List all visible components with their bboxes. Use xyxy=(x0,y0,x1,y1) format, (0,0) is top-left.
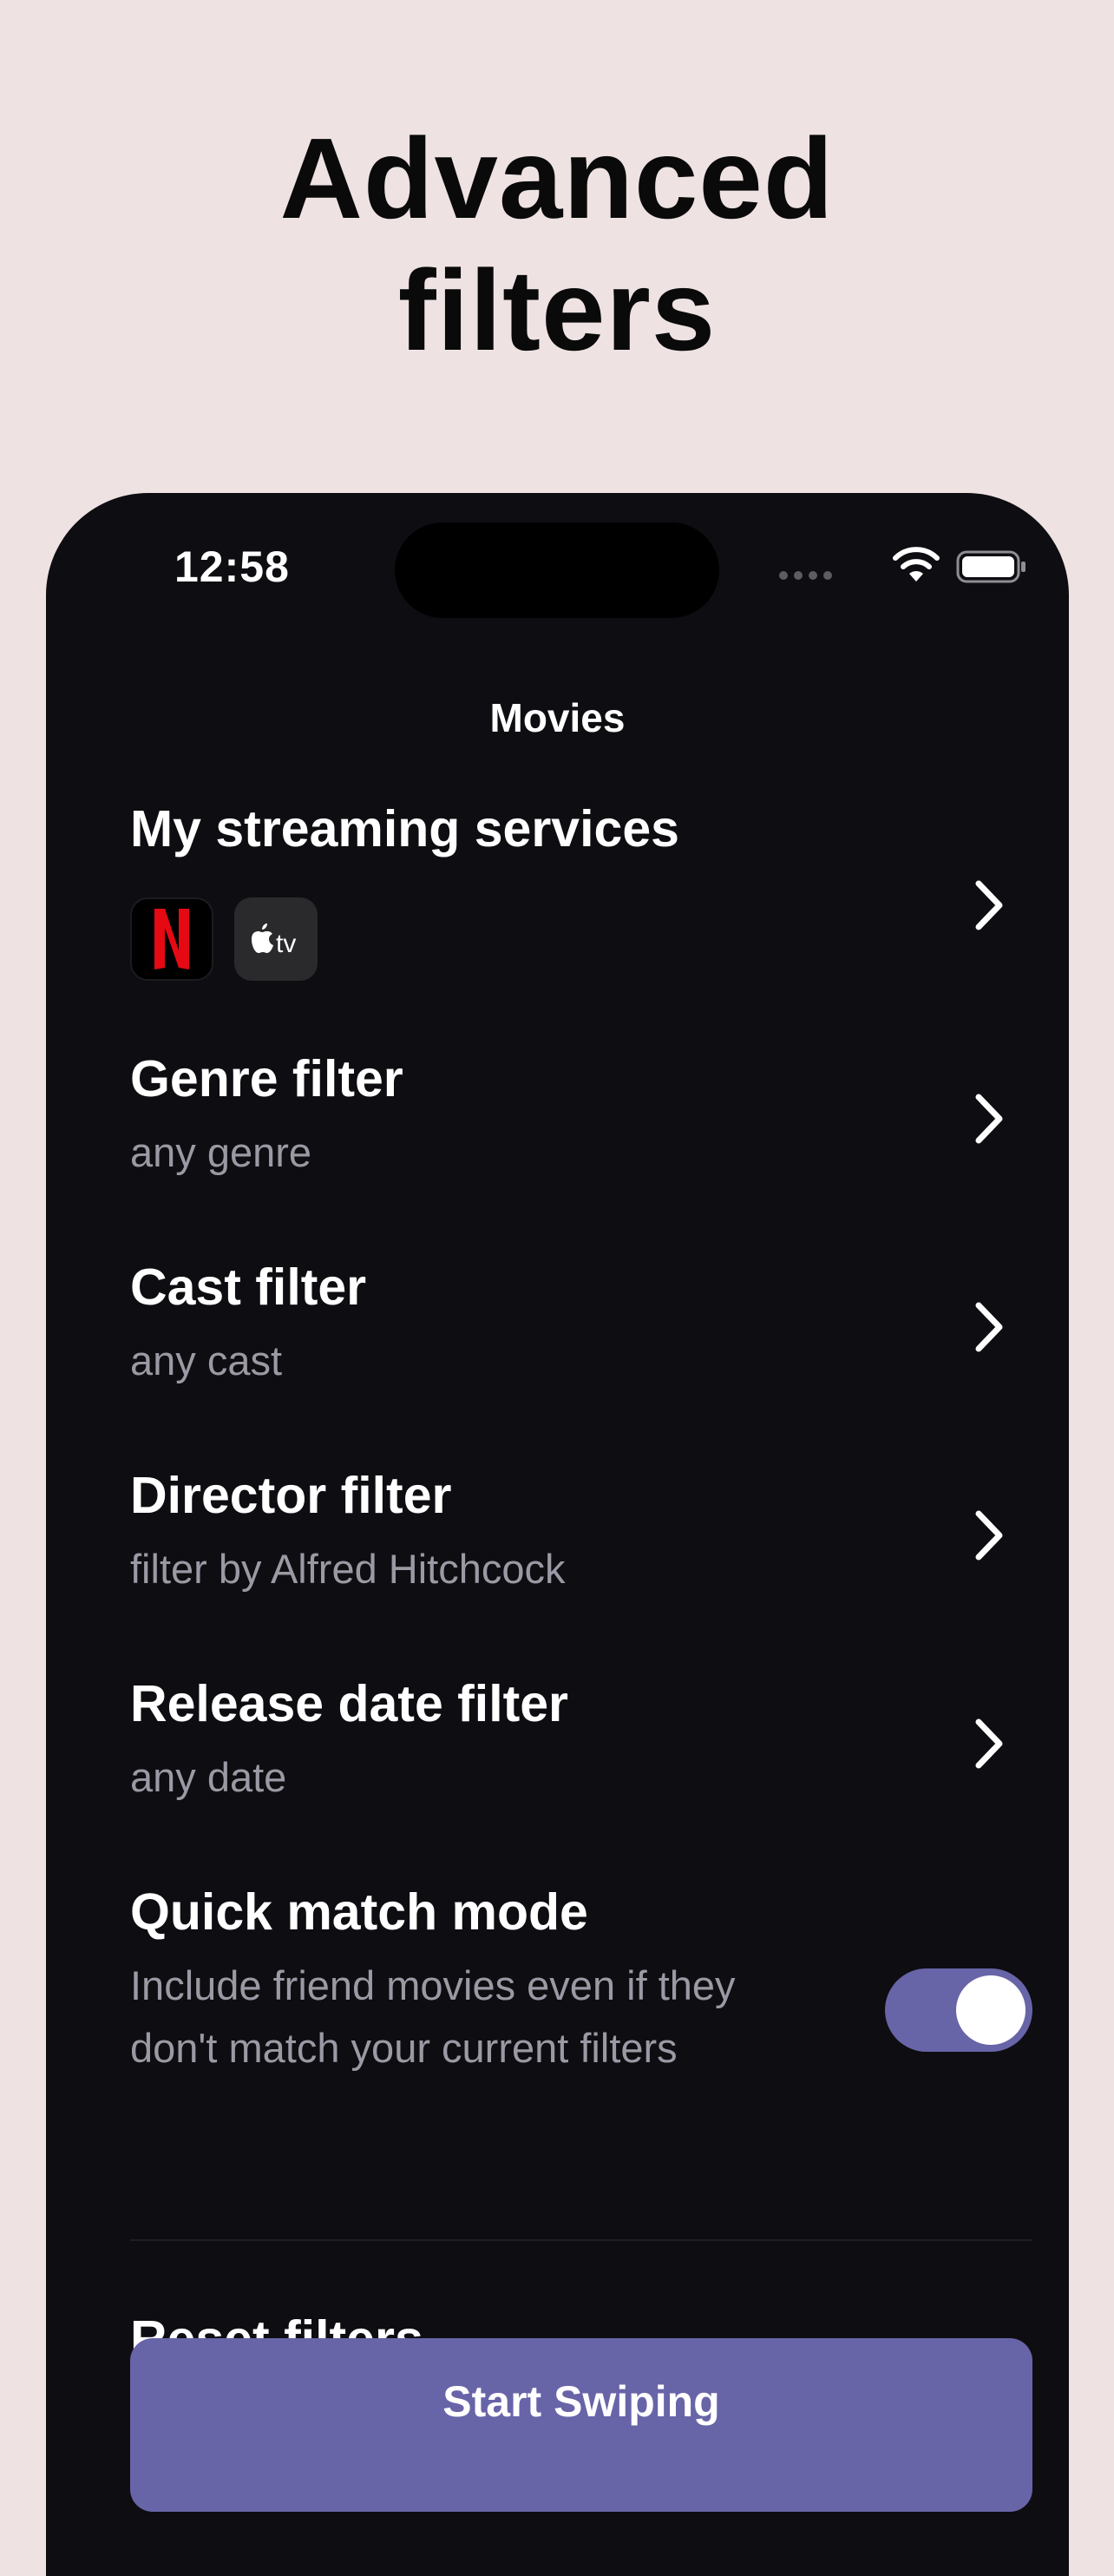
genre-filter-value: any genre xyxy=(130,1129,312,1175)
streaming-services-row[interactable]: My streaming services tv xyxy=(130,798,1032,998)
director-filter-row[interactable]: Director filter filter by Alfred Hitchco… xyxy=(130,1465,1032,1613)
quick-match-row: Quick match mode Include friend movies e… xyxy=(130,1882,1032,2159)
quick-match-description: Include friend movies even if they don't… xyxy=(130,1962,736,2071)
release-date-filter-value: any date xyxy=(130,1754,287,1800)
screen-title: Movies xyxy=(489,695,626,740)
chevron-right-icon xyxy=(972,1092,1006,1146)
status-bar-indicators xyxy=(779,547,1031,599)
genre-filter-title: Genre filter xyxy=(130,1050,403,1107)
quick-match-title: Quick match mode xyxy=(130,1883,588,1941)
netflix-logo xyxy=(130,897,213,981)
apple-tv-icon: tv xyxy=(252,923,296,958)
dynamic-island xyxy=(395,522,719,618)
cellular-signal-icon xyxy=(779,571,832,580)
cast-filter-value: any cast xyxy=(130,1337,283,1383)
cast-filter-row[interactable]: Cast filter any cast xyxy=(130,1257,1032,1404)
chevron-right-icon xyxy=(972,1508,1006,1562)
quick-match-toggle[interactable] xyxy=(885,1968,1032,2052)
director-filter-title: Director filter xyxy=(130,1467,452,1524)
apple-tv-logo: tv xyxy=(234,897,318,981)
release-date-filter-title: Release date filter xyxy=(130,1675,569,1732)
marketing-headline: Advanced filters xyxy=(0,113,1114,377)
genre-filter-row[interactable]: Genre filter any genre xyxy=(130,1048,1032,1196)
streaming-logos: tv xyxy=(130,897,1032,981)
apple-tv-text: tv xyxy=(276,930,296,958)
wifi-icon xyxy=(893,547,940,582)
headline-line-2: filters xyxy=(397,246,717,374)
chevron-right-icon xyxy=(972,1300,1006,1354)
battery-icon xyxy=(956,550,1026,583)
streaming-services-title: My streaming services xyxy=(130,800,679,858)
director-filter-value: filter by Alfred Hitchcock xyxy=(130,1546,566,1592)
chevron-right-icon xyxy=(972,878,1006,932)
toggle-knob xyxy=(956,1975,1026,2045)
status-bar-time: 12:58 xyxy=(174,542,290,591)
chevron-right-icon xyxy=(972,1717,1006,1771)
section-divider xyxy=(130,2239,1032,2241)
netflix-n-icon xyxy=(154,909,189,969)
phone-screen: 12:58 Movies My streaming services tv Ge… xyxy=(46,493,1069,2576)
start-swiping-button[interactable]: Start Swiping xyxy=(130,2338,1032,2512)
release-date-filter-row[interactable]: Release date filter any date xyxy=(130,1673,1032,1821)
cast-filter-title: Cast filter xyxy=(130,1258,367,1316)
headline-line-1: Advanced xyxy=(279,115,835,242)
